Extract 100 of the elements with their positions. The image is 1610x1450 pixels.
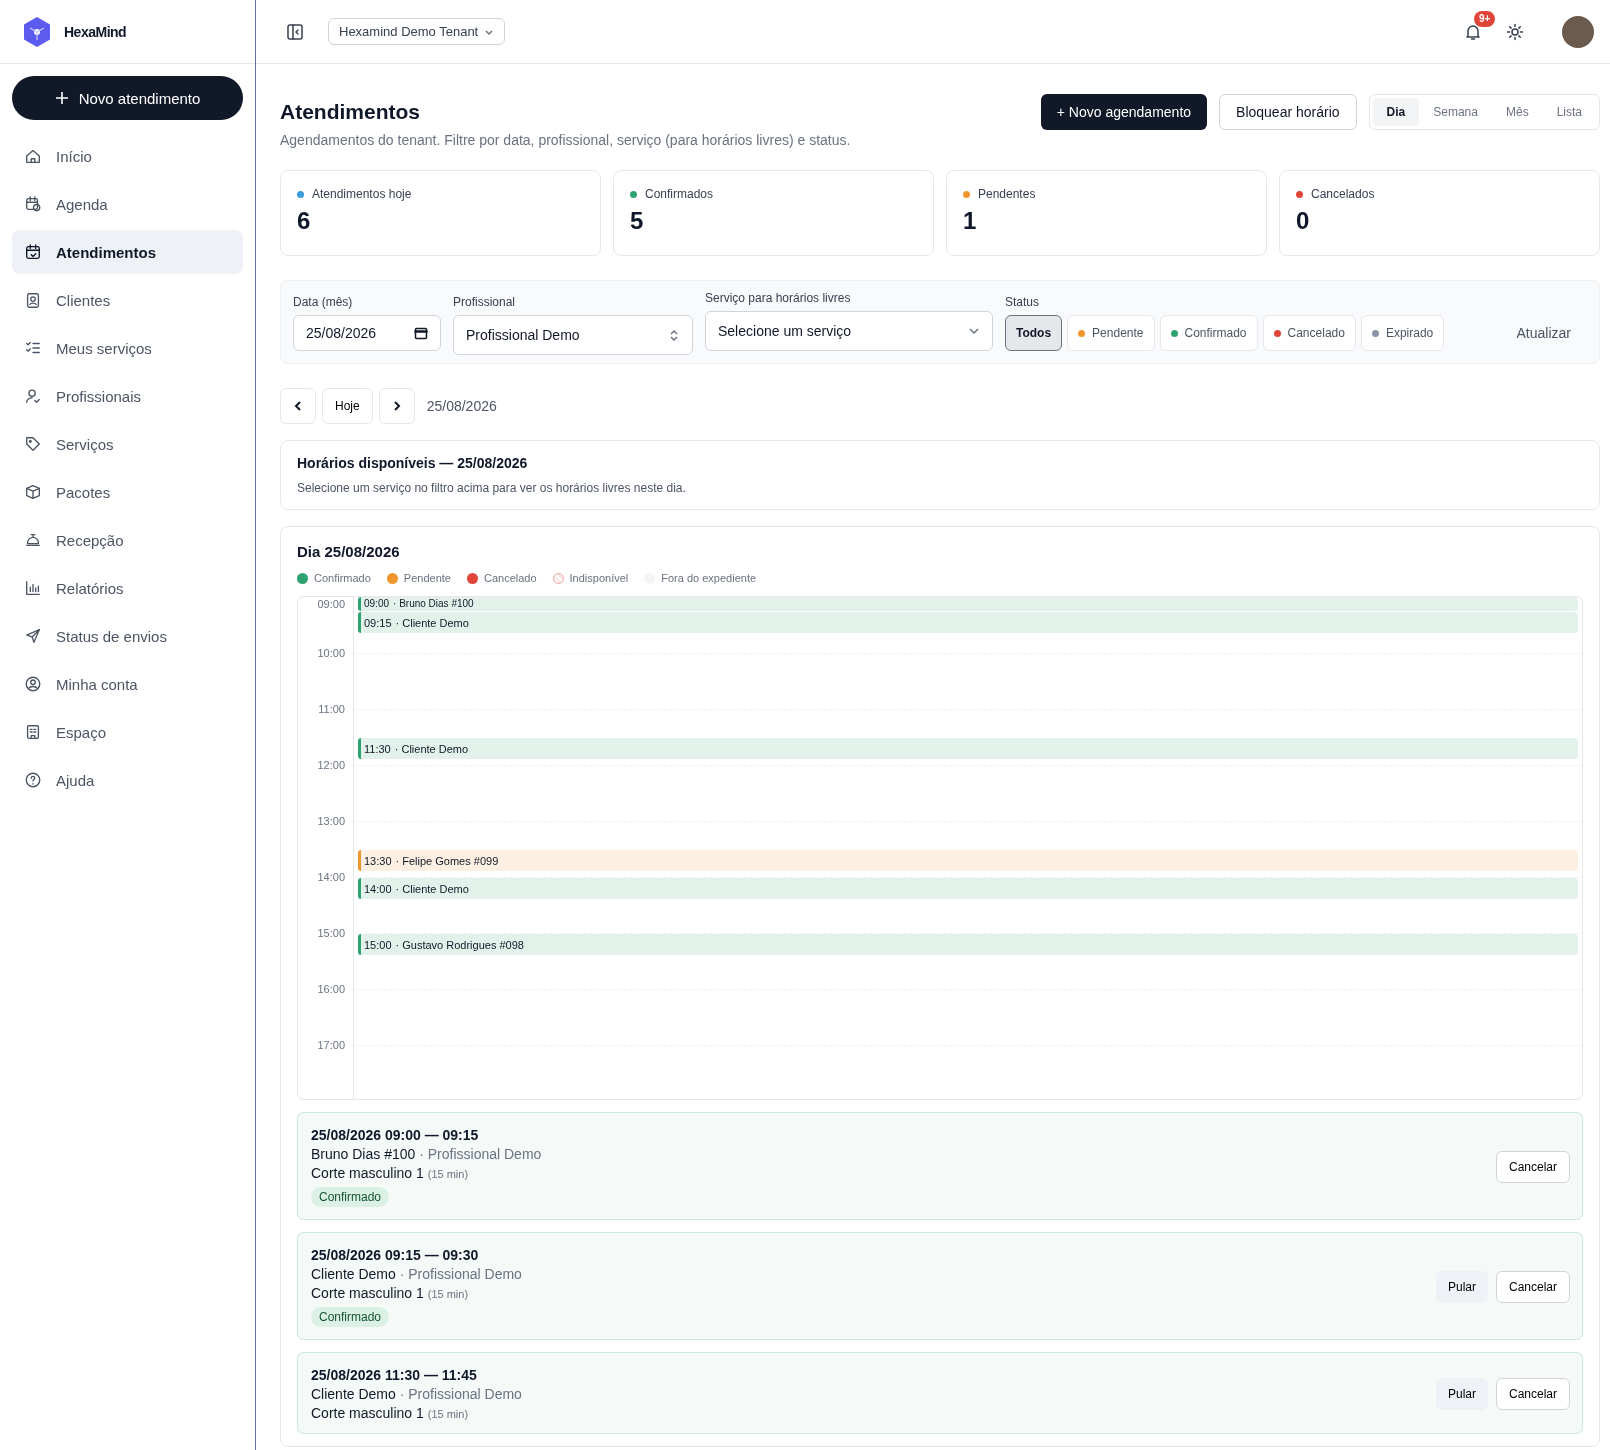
view-tab[interactable]: Dia bbox=[1372, 98, 1420, 126]
stat-label: Cancelados bbox=[1311, 187, 1375, 201]
notifications-icon[interactable] bbox=[1464, 22, 1482, 41]
hour-label: 15:00 bbox=[317, 927, 345, 939]
stat-label: Atendimentos hoje bbox=[312, 187, 412, 201]
stat-value: 1 bbox=[963, 207, 978, 235]
new-booking-button[interactable]: + Novo agendamento bbox=[1040, 94, 1208, 130]
client-name: Bruno Dias #100 bbox=[311, 1146, 416, 1162]
sidebar-item[interactable]: Recepção bbox=[12, 518, 243, 562]
bar-chart-icon bbox=[24, 579, 42, 597]
service-select[interactable]: Selecione um serviço bbox=[705, 311, 993, 351]
sidebar-toggle-icon[interactable] bbox=[286, 22, 304, 41]
sidebar-item[interactable]: Profissionais bbox=[12, 374, 243, 418]
professional-name: · Profissional Demo bbox=[419, 1146, 542, 1162]
service-duration: (15 min) bbox=[427, 1168, 469, 1180]
hour-label: 11:00 bbox=[318, 703, 345, 715]
cancel-button[interactable]: Cancelar bbox=[1495, 1378, 1570, 1410]
building-icon bbox=[24, 723, 42, 741]
sun-icon[interactable] bbox=[1506, 22, 1524, 41]
status-filter-chip[interactable]: Confirmado bbox=[1159, 315, 1258, 351]
calendar-icon[interactable] bbox=[414, 326, 428, 340]
service-duration: (15 min) bbox=[427, 1408, 469, 1420]
sidebar-item[interactable]: Meus serviços bbox=[12, 326, 243, 370]
sidebar-item[interactable]: Atendimentos bbox=[12, 230, 243, 274]
legend-label: Fora do expediente bbox=[661, 572, 757, 584]
skip-button[interactable]: Pular bbox=[1435, 1271, 1488, 1303]
sidebar-item[interactable]: Agenda bbox=[12, 182, 243, 226]
sidebar-item[interactable]: Serviços bbox=[12, 422, 243, 466]
sidebar-item[interactable]: Pacotes bbox=[12, 470, 243, 514]
legend-label: Pendente bbox=[403, 572, 451, 584]
notification-badge: 9+ bbox=[1474, 10, 1496, 27]
hour-label: 10:00 bbox=[317, 647, 345, 659]
hour-label: 12:00 bbox=[317, 759, 345, 771]
professional-select[interactable]: Profissional Demo bbox=[453, 315, 693, 355]
service-name: Corte masculino 1 bbox=[311, 1405, 424, 1421]
appointment-time: 25/08/2026 09:00 — 09:15 bbox=[311, 1127, 480, 1143]
status-filter-chip[interactable]: Cancelado bbox=[1262, 315, 1356, 351]
user-avatar[interactable] bbox=[1562, 15, 1594, 48]
chevron-left-icon bbox=[292, 400, 304, 412]
hour-label: 13:00 bbox=[317, 815, 345, 827]
field-label: Serviço para horários livres bbox=[705, 291, 852, 305]
stat-value: 0 bbox=[1296, 207, 1311, 235]
box-icon bbox=[24, 483, 42, 501]
today-button[interactable]: Hoje bbox=[322, 388, 373, 424]
appointment-event[interactable]: 14:00 · Cliente Demo bbox=[358, 878, 1578, 899]
view-tab[interactable]: Semana bbox=[1419, 98, 1492, 126]
up-down-chevron-icon bbox=[668, 329, 680, 341]
hour-label: 17:00 bbox=[317, 1039, 345, 1051]
view-tab[interactable]: Mês bbox=[1491, 98, 1543, 126]
plus-icon bbox=[54, 91, 69, 105]
date-input[interactable]: 25/08/2026 bbox=[293, 315, 441, 351]
status-filter-chip[interactable]: Expirado bbox=[1360, 315, 1445, 351]
sidebar-item[interactable]: Ajuda bbox=[12, 758, 243, 802]
block-time-button[interactable]: Bloquear horário bbox=[1219, 94, 1357, 130]
availability-message: Selecione um serviço no filtro acima para ver os horários livres neste dia. bbox=[297, 481, 687, 495]
home-icon bbox=[24, 147, 42, 165]
sidebar-item[interactable]: Espaço bbox=[12, 710, 243, 754]
brand-name: HexaMind bbox=[64, 23, 127, 40]
new-appointment-button[interactable]: Novo atendimento bbox=[12, 76, 243, 120]
day-title: Dia 25/08/2026 bbox=[297, 543, 401, 560]
hexagon-logo-icon bbox=[22, 15, 52, 48]
user-check-icon bbox=[24, 387, 42, 405]
appointment-event[interactable]: 09:00 · Bruno Dias #100 bbox=[358, 597, 1578, 611]
cancel-button[interactable]: Cancelar bbox=[1495, 1271, 1570, 1303]
status-filter-chip[interactable]: Pendente bbox=[1067, 315, 1155, 351]
service-duration: (15 min) bbox=[427, 1288, 469, 1300]
tenant-selector[interactable]: Hexamind Demo Tenant bbox=[328, 18, 506, 45]
appointment-event[interactable]: 09:15 · Cliente Demo bbox=[358, 612, 1578, 633]
contact-card-icon bbox=[24, 291, 42, 309]
status-badge: Confirmado bbox=[311, 1187, 390, 1207]
field-label: Status bbox=[1005, 295, 1041, 309]
appointment-event[interactable]: 11:30 · Cliente Demo bbox=[358, 738, 1578, 759]
user-circle-icon bbox=[24, 675, 42, 693]
stat-label: Confirmados bbox=[645, 187, 714, 201]
refresh-button[interactable]: Atualizar bbox=[1500, 315, 1587, 351]
sidebar-item[interactable]: Minha conta bbox=[12, 662, 243, 706]
field-label: Data (mês) bbox=[293, 295, 354, 309]
stat-value: 6 bbox=[297, 207, 312, 235]
appointment-event[interactable]: 15:00 · Gustavo Rodrigues #098 bbox=[358, 934, 1578, 955]
sidebar-item[interactable]: Início bbox=[12, 134, 243, 178]
status-filter-chip[interactable]: Todos bbox=[1005, 315, 1063, 351]
current-date: 25/08/2026 bbox=[426, 398, 497, 414]
service-bell-icon bbox=[24, 531, 42, 549]
legend-label: Indisponível bbox=[569, 572, 629, 584]
service-name: Corte masculino 1 bbox=[311, 1165, 424, 1181]
hour-label: 09:00 bbox=[317, 598, 345, 610]
legend-label: Cancelado bbox=[483, 572, 537, 584]
page-title: Atendimentos bbox=[280, 100, 421, 124]
view-tab[interactable]: Lista bbox=[1542, 98, 1596, 126]
sidebar-item[interactable]: Relatórios bbox=[12, 566, 243, 610]
chevron-down-icon bbox=[968, 325, 980, 337]
hour-label: 16:00 bbox=[317, 983, 345, 995]
sidebar-item[interactable]: Clientes bbox=[12, 278, 243, 322]
stat-value: 5 bbox=[630, 207, 645, 235]
appointment-event[interactable]: 13:30 · Felipe Gomes #099 bbox=[358, 850, 1578, 871]
skip-button[interactable]: Pular bbox=[1435, 1378, 1488, 1410]
sidebar-item[interactable]: Status de envios bbox=[12, 614, 243, 658]
professional-name: · Profissional Demo bbox=[399, 1386, 522, 1402]
cancel-button[interactable]: Cancelar bbox=[1495, 1151, 1570, 1183]
page-subtitle: Agendamentos do tenant. Filtre por data, profissional, serviço (para horários livres) e status. bbox=[280, 132, 852, 148]
